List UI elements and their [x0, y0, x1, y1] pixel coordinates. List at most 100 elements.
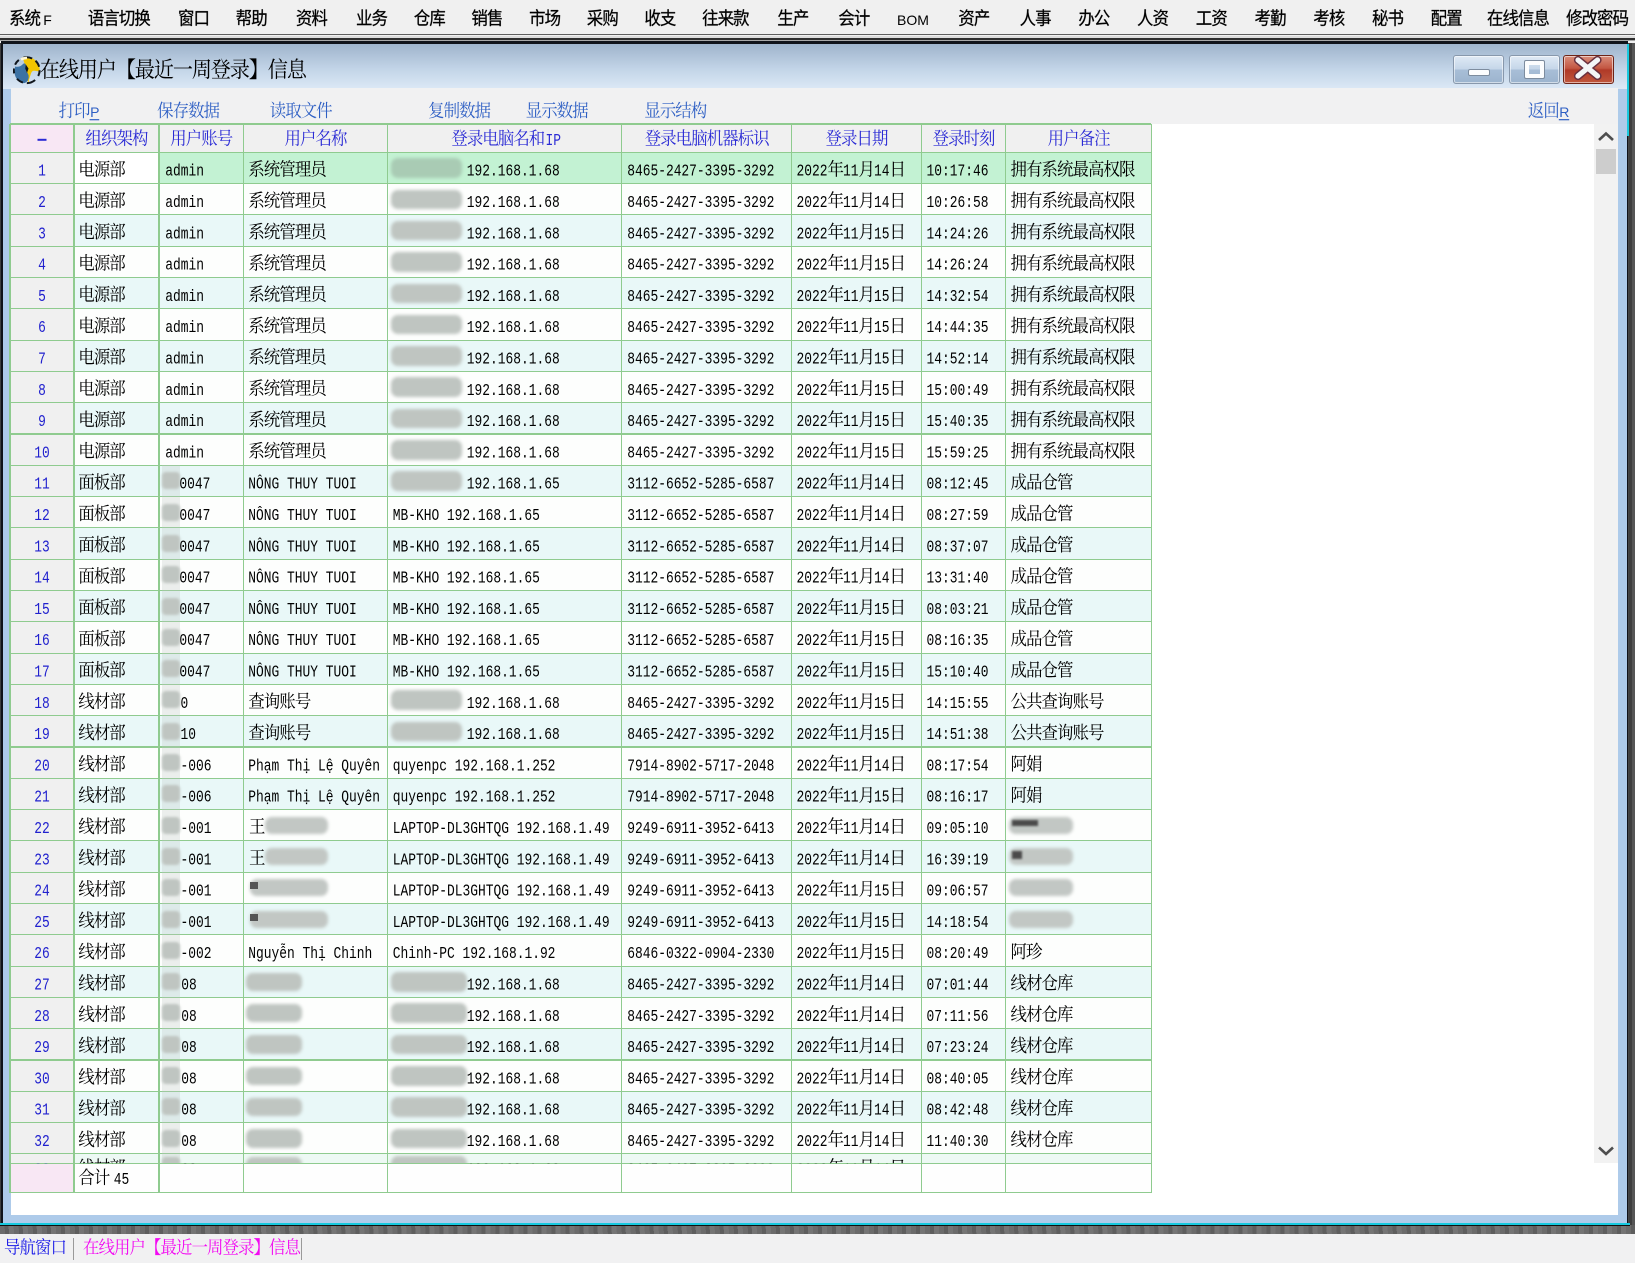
svg-text:2022: 2022 [797, 819, 828, 838]
svg-text:Chinh-PC 192.168.1.92: Chinh-PC 192.168.1.92 [393, 944, 556, 963]
svg-text:Phạm Thị Lệ Quyên: Phạm Thị Lệ Quyên [248, 788, 380, 807]
svg-text:quyenpc 192.168.1.252: quyenpc 192.168.1.252 [393, 788, 556, 807]
svg-text:10:26:58: 10:26:58 [927, 193, 989, 212]
svg-text:13: 13 [34, 537, 50, 556]
svg-text:11: 11 [843, 913, 859, 932]
svg-text:2022: 2022 [797, 1069, 828, 1088]
svg-text:11: 11 [843, 287, 859, 306]
svg-text:10:17:46: 10:17:46 [927, 162, 989, 181]
svg-text:2022: 2022 [797, 1132, 828, 1151]
svg-text:3112-6652-5285-6587: 3112-6652-5285-6587 [627, 569, 774, 588]
svg-text:8465-2427-3395-3292: 8465-2427-3395-3292 [627, 976, 774, 995]
svg-text:2022: 2022 [797, 882, 828, 901]
svg-text:08:27:59: 08:27:59 [927, 506, 989, 525]
svg-text:11: 11 [843, 162, 859, 181]
svg-text:15: 15 [874, 443, 890, 462]
svg-text:3112-6652-5285-6587: 3112-6652-5285-6587 [627, 506, 774, 525]
svg-text:-001: -001 [181, 850, 212, 869]
svg-text:11: 11 [843, 631, 859, 650]
svg-text:9: 9 [38, 412, 46, 431]
svg-text:15: 15 [874, 350, 890, 369]
svg-text:31: 31 [34, 1101, 50, 1120]
svg-text:2022: 2022 [797, 976, 828, 995]
svg-text:NÔNG THUY TUOI: NÔNG THUY TUOI [248, 631, 356, 650]
svg-text:192.168.1.68: 192.168.1.68 [467, 1038, 560, 1057]
svg-text:14:15:55: 14:15:55 [927, 694, 989, 713]
svg-text:NÔNG THUY TUOI: NÔNG THUY TUOI [248, 506, 356, 525]
svg-text:192.168.1.68: 192.168.1.68 [467, 1007, 560, 1026]
svg-text:admin: admin [165, 162, 204, 181]
svg-text:08: 08 [181, 1007, 197, 1026]
svg-text:11: 11 [843, 788, 859, 807]
svg-text:192.168.1.68: 192.168.1.68 [467, 256, 560, 275]
svg-text:14: 14 [874, 1007, 890, 1026]
svg-text:14:32:54: 14:32:54 [927, 287, 989, 306]
svg-text:2022: 2022 [797, 788, 828, 807]
svg-text:08:37:07: 08:37:07 [927, 537, 989, 556]
svg-text:2022: 2022 [797, 537, 828, 556]
svg-text:R: R [1559, 104, 1569, 120]
svg-text:11: 11 [843, 1038, 859, 1057]
svg-text:8465-2427-3395-3292: 8465-2427-3395-3292 [627, 1007, 774, 1026]
svg-text:14:26:24: 14:26:24 [927, 256, 989, 275]
svg-text:11: 11 [843, 412, 859, 431]
svg-text:3112-6652-5285-6587: 3112-6652-5285-6587 [627, 537, 774, 556]
svg-text:11: 11 [34, 475, 50, 494]
svg-text:192.168.1.68: 192.168.1.68 [467, 193, 560, 212]
svg-text:2022: 2022 [797, 162, 828, 181]
svg-text:12: 12 [34, 506, 50, 525]
svg-text:192.168.1.68: 192.168.1.68 [467, 318, 560, 337]
svg-text:0047: 0047 [179, 506, 210, 525]
svg-text:27: 27 [34, 976, 50, 995]
svg-text:8465-2427-3395-3292: 8465-2427-3395-3292 [627, 256, 774, 275]
svg-text:11: 11 [843, 350, 859, 369]
svg-text:8465-2427-3395-3292: 8465-2427-3395-3292 [627, 725, 774, 744]
svg-text:11: 11 [843, 756, 859, 775]
svg-text:0047: 0047 [179, 569, 210, 588]
svg-text:2022: 2022 [797, 725, 828, 744]
svg-text:8465-2427-3395-3292: 8465-2427-3395-3292 [627, 287, 774, 306]
svg-text:2022: 2022 [797, 600, 828, 619]
svg-text:192.168.1.68: 192.168.1.68 [467, 412, 560, 431]
svg-text:13:31:40: 13:31:40 [927, 569, 989, 588]
svg-text:14: 14 [874, 1160, 890, 1179]
svg-text:admin: admin [165, 443, 204, 462]
svg-text:11: 11 [843, 506, 859, 525]
svg-text:9249-6911-3952-6413: 9249-6911-3952-6413 [627, 882, 774, 901]
svg-text:2022: 2022 [797, 694, 828, 713]
svg-text:0047: 0047 [179, 600, 210, 619]
svg-text:25: 25 [34, 913, 50, 932]
svg-text:23: 23 [34, 850, 50, 869]
svg-text:8465-2427-3395-3292: 8465-2427-3395-3292 [627, 1101, 774, 1120]
svg-text:11: 11 [843, 725, 859, 744]
svg-text:11: 11 [843, 882, 859, 901]
svg-text:4: 4 [38, 256, 46, 275]
svg-text:2022: 2022 [797, 631, 828, 650]
svg-text:15: 15 [874, 725, 890, 744]
svg-text:14: 14 [34, 569, 50, 588]
svg-text:192.168.1.68: 192.168.1.68 [467, 1101, 560, 1120]
svg-text:-006: -006 [181, 788, 212, 807]
svg-text:15: 15 [874, 412, 890, 431]
svg-text:3112-6652-5285-6587: 3112-6652-5285-6587 [627, 663, 774, 682]
svg-text:192.168.1.68: 192.168.1.68 [467, 224, 560, 243]
svg-text:8465-2427-3395-3292: 8465-2427-3395-3292 [627, 381, 774, 400]
svg-text:14: 14 [874, 1069, 890, 1088]
svg-text:29: 29 [34, 1038, 50, 1057]
svg-text:17: 17 [34, 663, 50, 682]
svg-text:192.168.1.65: 192.168.1.65 [467, 475, 560, 494]
svg-text:P: P [90, 104, 99, 120]
svg-text:15: 15 [874, 318, 890, 337]
svg-text:2022: 2022 [797, 287, 828, 306]
svg-text:11: 11 [843, 381, 859, 400]
svg-text:11: 11 [843, 318, 859, 337]
svg-text:08:03:21: 08:03:21 [927, 600, 989, 619]
svg-text:15:40:35: 15:40:35 [927, 412, 989, 431]
svg-text:08:16:17: 08:16:17 [927, 788, 989, 807]
svg-text:11: 11 [843, 944, 859, 963]
svg-text:8465-2427-3395-3292: 8465-2427-3395-3292 [627, 318, 774, 337]
svg-text:2022: 2022 [797, 381, 828, 400]
svg-text:15: 15 [34, 600, 50, 619]
svg-text:LAPTOP-DL3GHTQG 192.168.1.49: LAPTOP-DL3GHTQG 192.168.1.49 [393, 819, 610, 838]
svg-text:7914-8902-5717-2048: 7914-8902-5717-2048 [627, 756, 774, 775]
